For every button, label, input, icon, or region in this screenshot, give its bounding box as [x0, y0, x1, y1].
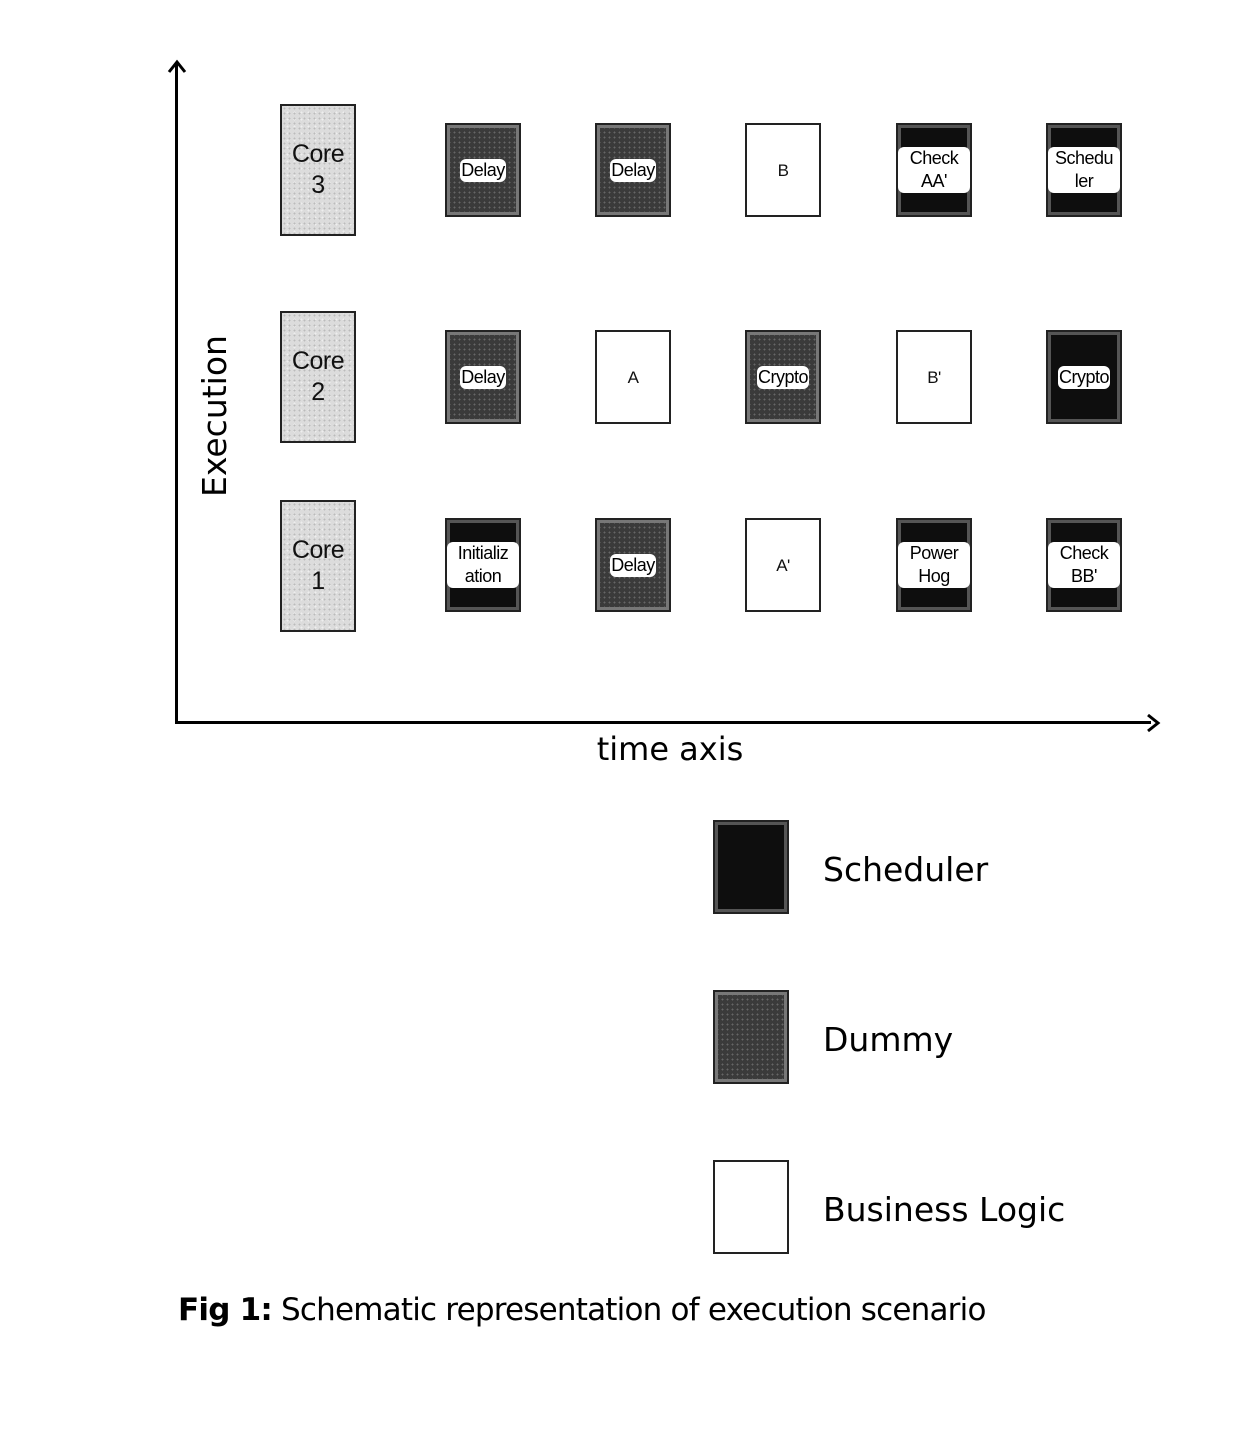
task-label: Delay: [460, 158, 506, 182]
task-block-scheduler: Power Hog: [896, 518, 972, 612]
core-label-line1: Core: [291, 140, 345, 168]
task-block-scheduler: Initializ ation: [445, 518, 521, 612]
task-block-dummy: Delay: [445, 123, 521, 217]
figure-number: Fig 1:: [178, 1292, 273, 1328]
figure-caption-text: Schematic representation of execution sc…: [271, 1292, 986, 1328]
task-label: Crypto: [1057, 365, 1110, 389]
task-label: B: [777, 160, 789, 180]
task-label: Delay: [610, 553, 656, 577]
task-block-business: B': [896, 330, 972, 424]
core-label: Core 3: [291, 139, 345, 201]
legend-swatch-dummy: [713, 990, 789, 1084]
figure-caption: Fig 1: Schematic representation of execu…: [178, 1292, 986, 1328]
task-block-scheduler: Crypto: [1046, 330, 1122, 424]
task-label: Delay: [460, 365, 506, 389]
execution-axis: [175, 62, 178, 724]
legend-swatch-scheduler: [713, 820, 789, 914]
legend-label-dummy: Dummy: [823, 1020, 954, 1059]
task-block-scheduler: Schedu ler: [1046, 123, 1122, 217]
task-block-business: A: [595, 330, 671, 424]
task-label: Crypto: [756, 365, 809, 389]
task-label: Schedu ler: [1048, 147, 1120, 193]
core-label-line2: 3: [311, 171, 325, 199]
legend-label-business: Business Logic: [823, 1190, 1066, 1229]
task-label: B': [927, 367, 941, 387]
core-label: Core 2: [291, 346, 345, 408]
task-label: A: [627, 367, 639, 387]
task-label: Delay: [610, 158, 656, 182]
core-label-line2: 1: [311, 567, 325, 595]
core-block: Core 1: [280, 500, 356, 632]
task-block-dummy: Delay: [595, 123, 671, 217]
task-label: Power Hog: [898, 542, 970, 588]
legend-label-scheduler: Scheduler: [823, 850, 989, 889]
task-block-scheduler: Check BB': [1046, 518, 1122, 612]
time-axis-arrowhead-icon: [1147, 713, 1161, 733]
execution-axis-arrowhead-icon: [167, 59, 187, 73]
time-axis: [175, 721, 1151, 724]
task-label: Check AA': [898, 147, 970, 193]
core-block: Core 2: [280, 311, 356, 443]
task-label: Check BB': [1048, 542, 1120, 588]
legend-swatch-business: [713, 1160, 789, 1254]
core-label-line2: 2: [311, 378, 325, 406]
task-block-business: A': [745, 518, 821, 612]
task-block-dummy: Crypto: [745, 330, 821, 424]
task-block-scheduler: Check AA': [896, 123, 972, 217]
task-block-dummy: Delay: [445, 330, 521, 424]
execution-axis-label: Execution: [195, 335, 234, 497]
time-axis-label: time axis: [596, 730, 744, 768]
core-label: Core 1: [291, 535, 345, 597]
task-block-dummy: Delay: [595, 518, 671, 612]
core-label-line1: Core: [291, 536, 345, 564]
core-block: Core 3: [280, 104, 356, 236]
task-block-business: B: [745, 123, 821, 217]
task-label: Initializ ation: [447, 542, 519, 588]
task-label: A': [776, 555, 790, 575]
core-label-line1: Core: [291, 347, 345, 375]
